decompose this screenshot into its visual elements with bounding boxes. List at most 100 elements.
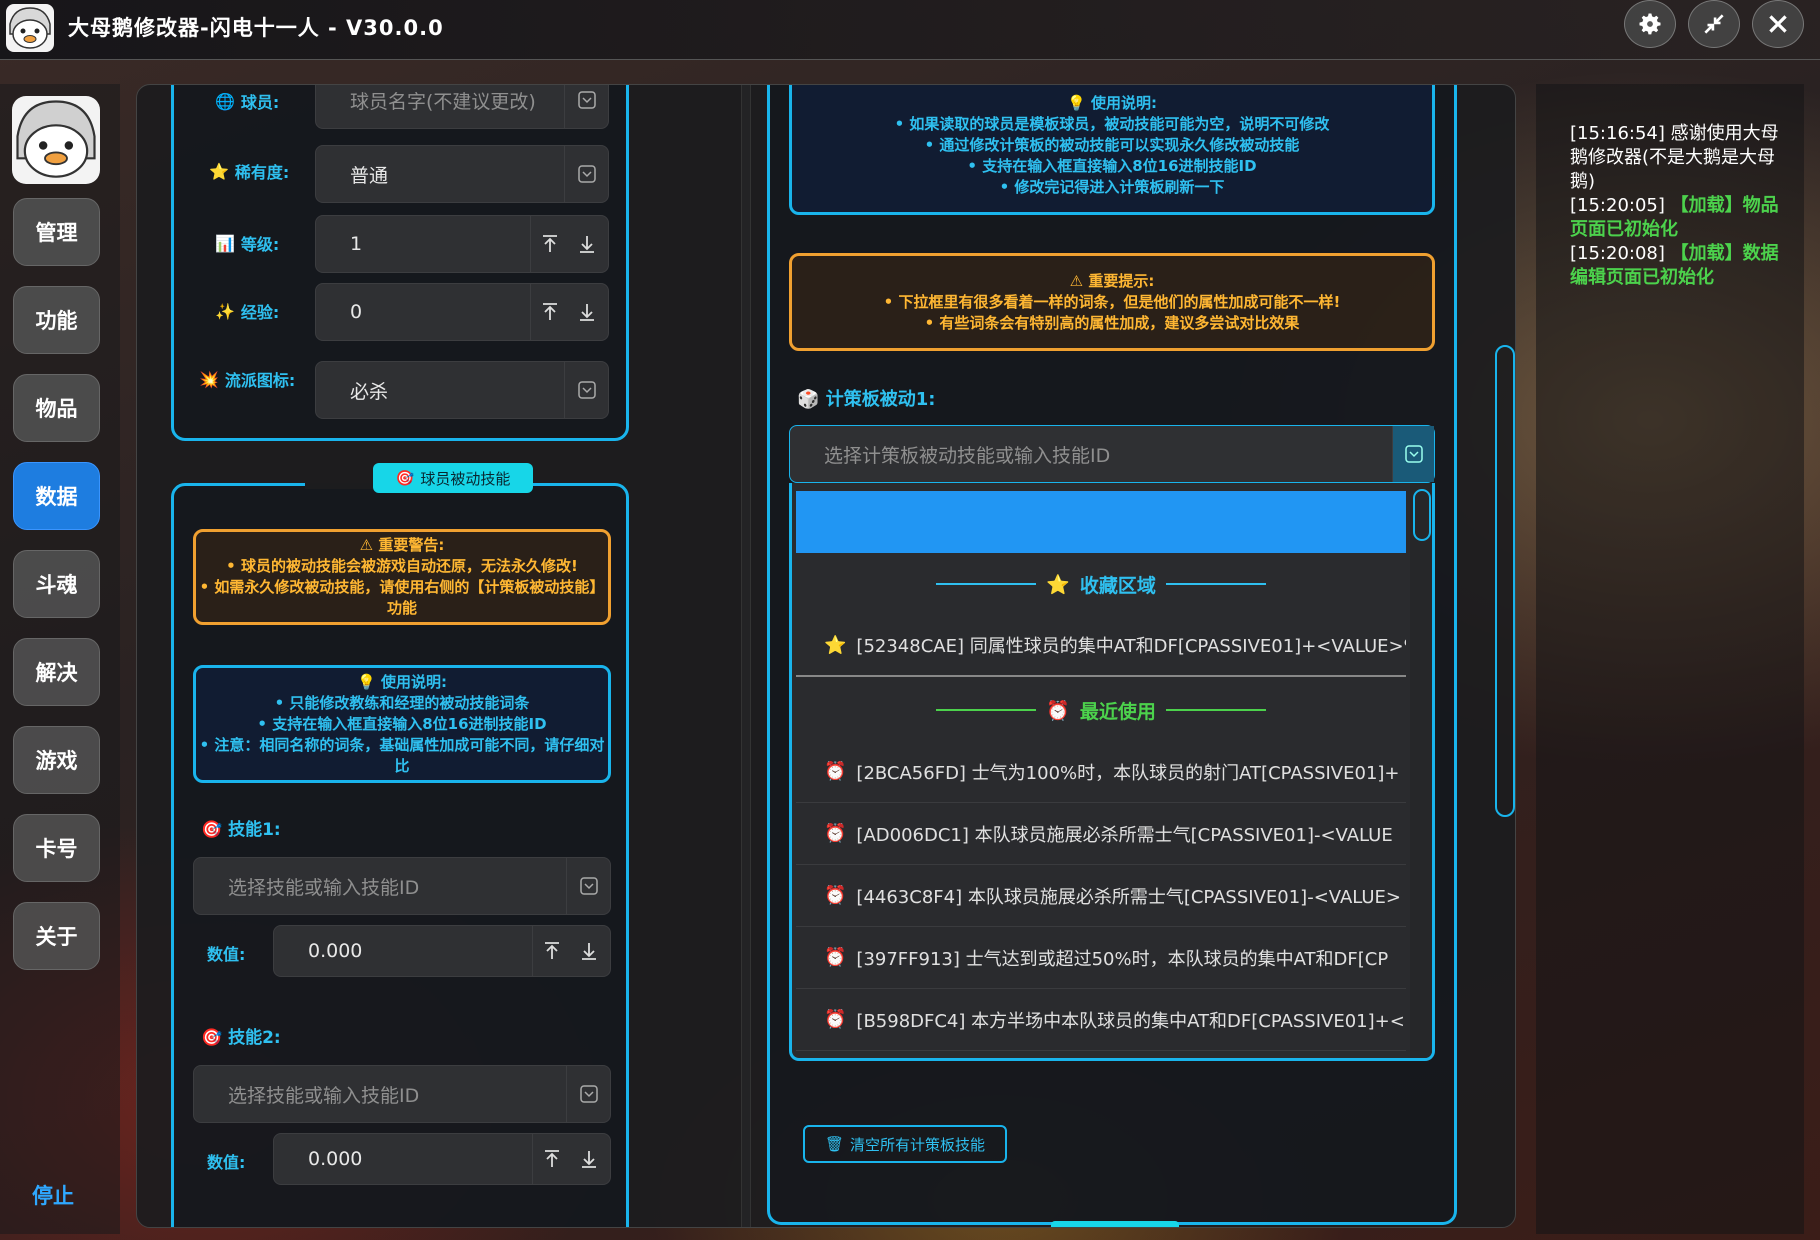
dice-icon: 🎲 <box>797 389 820 410</box>
log-entry: [15:20:05] 【加载】物品页面已初始化 <box>1570 195 1779 240</box>
increment-icon[interactable] <box>530 284 568 340</box>
tactic-hint-box: ⚠ 重要提示: • 下拉框里有很多看着一样的词条，但是他们的属性加成可能不一样!… <box>789 253 1435 351</box>
list-item-highlighted[interactable] <box>796 491 1406 553</box>
main-scrollbar-thumb[interactable] <box>1495 345 1515 817</box>
skill2-value-label: 数值: <box>207 1153 246 1172</box>
column-splitter <box>741 85 751 1227</box>
decrement-icon[interactable] <box>570 926 608 976</box>
exp-label: ✨ 经验: <box>215 301 280 323</box>
rarity-select[interactable]: 普通 <box>315 145 609 203</box>
skill2-value-stepper[interactable]: 0.000 <box>273 1133 611 1185</box>
hint-title: ⚠ 重要提示: <box>1069 271 1155 290</box>
title-bar: 大母鹅修改器-闪电十一人 - V30.0.0 <box>0 0 1820 60</box>
tactic-info-box: 💡 使用说明: • 如果读取的球员是模板球员，被动技能可能为空，说明不可修改 •… <box>789 85 1435 215</box>
increment-icon[interactable] <box>532 926 570 976</box>
chevron-down-icon[interactable] <box>1392 426 1434 482</box>
sidebar-item-8[interactable]: 关于 <box>13 902 100 970</box>
sidebar-item-7[interactable]: 卡号 <box>13 814 100 882</box>
chevron-down-icon[interactable] <box>566 858 610 914</box>
alarm-clock-icon: ⏰ <box>1046 699 1070 722</box>
log-panel: [15:16:54] 感谢使用大母鹅修改器(不是大鹅是大母鹅) [15:20:0… <box>1536 84 1804 1234</box>
next-section-tab[interactable] <box>1051 1221 1179 1227</box>
skill1-value-label: 数值: <box>207 945 246 964</box>
tactic-passive1-select[interactable]: 选择计策板被动技能或输入技能ID <box>789 425 1435 483</box>
target-icon: 🎯 <box>395 469 415 487</box>
chevron-down-icon[interactable] <box>566 1066 610 1122</box>
burst-icon: 💥 <box>199 369 219 389</box>
alarm-clock-icon: ⏰ <box>824 1009 847 1030</box>
trash-icon: 🗑 <box>824 1135 845 1153</box>
skill1-select[interactable]: 选择技能或输入技能ID <box>193 857 611 915</box>
main-panel: 🌐 球员: 球员名字(不建议更改) ⭐ 稀有度: 普通 📊 等级: 1 ✨ 经验: 0 … <box>136 84 1516 1228</box>
chevron-down-icon[interactable] <box>564 85 608 128</box>
warning-title: ⚠ 重要警告: <box>359 536 445 554</box>
alarm-clock-icon: ⏰ <box>824 823 847 844</box>
sidebar-item-3[interactable]: 数据 <box>13 462 100 530</box>
target-icon: 🎯 <box>201 1028 223 1048</box>
window-title: 大母鹅修改器-闪电十一人 - V30.0.0 <box>68 16 444 40</box>
recent-header: ⏰ 最近使用 <box>796 679 1406 741</box>
player-name-select[interactable]: 球员名字(不建议更改) <box>315 85 609 129</box>
increment-icon[interactable] <box>532 1134 570 1184</box>
exp-stepper[interactable]: 0 <box>315 283 609 341</box>
player-label: 🌐 球员: <box>215 91 280 113</box>
increment-icon[interactable] <box>530 216 568 272</box>
level-stepper[interactable]: 1 <box>315 215 609 273</box>
stop-button[interactable]: 停止 <box>32 1180 74 1210</box>
star-icon: ⭐ <box>824 634 847 656</box>
decrement-icon[interactable] <box>568 216 606 272</box>
list-item[interactable]: ⏰ [B598DFC4] 本方半场中本队球员的集中AT和DF[CPASSIVE01… <box>796 989 1406 1051</box>
info-line: • 支持在输入框直接输入8位16进制技能ID <box>257 714 547 733</box>
clear-tactic-skills-button[interactable]: 🗑 清空所有计策板技能 <box>803 1125 1007 1163</box>
chevron-down-icon[interactable] <box>564 362 608 418</box>
list-item[interactable]: ⏰ [AD006DC1] 本队球员施展必杀所需士气[CPASSIVE01]-<VA… <box>796 803 1406 865</box>
chevron-down-icon[interactable] <box>564 146 608 202</box>
info-line: • 如果读取的球员是模板球员，被动技能可能为空，说明不可修改 <box>894 114 1330 133</box>
list-item[interactable]: ⏰ [2BCA56FD] 士气为100%时，本队球员的射门AT[CPASSIVE0… <box>796 741 1406 803</box>
sidebar-item-1[interactable]: 功能 <box>13 286 100 354</box>
tab-passive-skills[interactable]: 🎯 球员被动技能 <box>373 463 533 493</box>
sidebar-item-2[interactable]: 物品 <box>13 374 100 442</box>
minimize-arrows-icon <box>1704 14 1724 34</box>
passive-warning-box: ⚠ 重要警告: • 球员的被动技能会被游戏自动还原，无法永久修改! • 如需永久… <box>193 529 611 625</box>
minimize-button[interactable] <box>1688 0 1740 48</box>
settings-button[interactable] <box>1624 0 1676 48</box>
list-item[interactable]: ⏰ [4463C8F4] 本队球员施展必杀所需士气[CPASSIVE01]-<VA… <box>796 865 1406 927</box>
skill2-select[interactable]: 选择技能或输入技能ID <box>193 1065 611 1123</box>
close-button[interactable] <box>1752 0 1804 48</box>
info-line: • 修改完记得进入计策板刷新一下 <box>999 177 1225 196</box>
sidebar-item-5[interactable]: 解决 <box>13 638 100 706</box>
skill1-value-stepper[interactable]: 0.000 <box>273 925 611 977</box>
tactic-passive1-label: 🎲 计策板被动1: <box>797 389 936 410</box>
scrollbar-thumb[interactable] <box>1413 489 1431 541</box>
decrement-icon[interactable] <box>570 1134 608 1184</box>
info-line: • 通过修改计策板的被动技能可以实现永久修改被动技能 <box>924 135 1300 154</box>
chart-icon: 📊 <box>215 233 235 253</box>
info-title: 💡 使用说明: <box>1067 93 1157 112</box>
app-logo-icon <box>6 4 54 52</box>
globe-icon: 🌐 <box>215 91 235 111</box>
passive-info-box: 💡 使用说明: • 只能修改教练和经理的被动技能词条 • 支持在输入框直接输入8… <box>193 665 611 783</box>
info-line: • 只能修改教练和经理的被动技能词条 <box>274 693 530 712</box>
level-label: 📊 等级: <box>215 233 280 255</box>
alarm-clock-icon: ⏰ <box>824 761 847 782</box>
dropdown-scrollbar[interactable] <box>1410 483 1432 1058</box>
warning-line: • 球员的被动技能会被游戏自动还原，无法永久修改! <box>226 557 578 575</box>
list-item[interactable]: ⭐ [52348CAE] 同属性球员的集中AT和DF[CPASSIVE01]+<V… <box>796 615 1406 677</box>
sidebar-item-6[interactable]: 游戏 <box>13 726 100 794</box>
rarity-label: ⭐ 稀有度: <box>209 161 290 183</box>
list-item[interactable]: ⏰ [397FF913] 士气达到或超过50%时，本队球员的集中AT和DF[CP <box>796 927 1406 989</box>
style-icon-label: 💥 流派图标: <box>199 369 296 391</box>
style-icon-select[interactable]: 必杀 <box>315 361 609 419</box>
alarm-clock-icon: ⏰ <box>824 947 847 968</box>
sidebar-item-4[interactable]: 斗魂 <box>13 550 100 618</box>
log-entry: [15:20:08] 【加载】数据编辑页面已初始化 <box>1570 243 1779 288</box>
gear-icon <box>1639 13 1661 35</box>
info-title: 💡 使用说明: <box>357 672 447 691</box>
info-line: • 支持在输入框直接输入8位16进制技能ID <box>967 156 1257 175</box>
sidebar-item-0[interactable]: 管理 <box>13 198 100 266</box>
decrement-icon[interactable] <box>568 284 606 340</box>
close-icon <box>1769 15 1787 33</box>
hint-line: • 有些词条会有特别高的属性加成，建议多尝试对比效果 <box>924 313 1300 332</box>
tactic-dropdown-list: ⭐ 收藏区域 ⭐ [52348CAE] 同属性球员的集中AT和DF[CPASSIV… <box>789 483 1435 1061</box>
